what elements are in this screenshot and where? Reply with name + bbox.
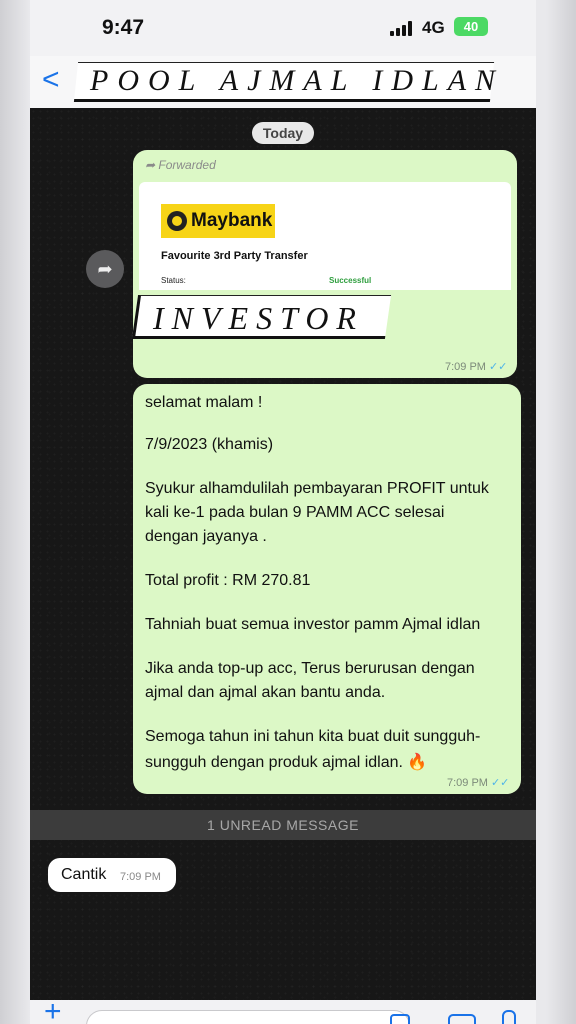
forwarded-arrow-icon: ➦ [145, 158, 159, 172]
receipt-status-value: Successful [329, 276, 372, 285]
message-line: Total profit : RM 270.81 [145, 572, 311, 589]
camera-icon[interactable] [448, 1014, 476, 1024]
receipt-status-label: Status: [161, 276, 186, 285]
investor-overlay-text: INVESTOR [153, 300, 364, 336]
battery-icon: 40 [454, 17, 488, 36]
back-icon[interactable]: < [42, 64, 60, 96]
chat-title[interactable]: POOL AJMAL IDLAN [90, 64, 504, 98]
date-separator: Today [252, 122, 314, 144]
receipt-title: Favourite 3rd Party Transfer [161, 250, 308, 262]
sticker-icon[interactable] [390, 1014, 410, 1024]
message-time: 7:09 PM ✓✓ [445, 361, 508, 373]
status-bar: 9:47 4G 40 [30, 0, 536, 56]
mic-icon[interactable] [502, 1010, 516, 1024]
message-line: Jika anda top-up acc, Terus berurusan de… [145, 660, 475, 677]
chat-header: < POOL AJMAL IDLAN [30, 56, 536, 109]
signal-icon [390, 20, 416, 36]
plus-icon[interactable]: + [44, 997, 62, 1024]
message-input[interactable] [86, 1010, 410, 1024]
bank-logo: Maybank [161, 204, 275, 238]
message-input-bar: + [30, 997, 536, 1024]
message-line: selamat malam ! [145, 394, 263, 411]
message-line: Syukur alhamdulilah pembayaran PROFIT un… [145, 480, 489, 497]
network-type: 4G [422, 18, 445, 37]
incoming-message-text: Cantik [61, 866, 107, 883]
incoming-message-time: 7:09 PM [120, 871, 161, 883]
message-line: kali ke-1 pada bulan 9 PAMM ACC selesai [145, 504, 445, 521]
phone-screen: 9:47 4G 40 < POOL AJMAL IDLAN Today ➦ ➦ … [30, 0, 536, 1024]
text-message-bubble[interactable]: selamat malam ! 7/9/2023 (khamis) Syukur… [133, 384, 521, 794]
read-receipt-icon: ✓✓ [488, 361, 508, 373]
status-time: 9:47 [102, 16, 145, 39]
message-line: ajmal dan ajmal akan bantu anda. [145, 684, 386, 701]
message-line: Tahniah buat semua investor pamm Ajmal i… [145, 616, 481, 633]
read-receipt-icon: ✓✓ [490, 777, 510, 789]
incoming-message-bubble[interactable]: Cantik 7:09 PM [48, 858, 176, 892]
message-line: 7/9/2023 (khamis) [145, 436, 274, 453]
forwarded-message-bubble[interactable]: ➦ Forwarded Maybank Favourite 3rd Party … [131, 150, 517, 378]
forwarded-label: ➦ Forwarded [145, 158, 216, 172]
message-line: dengan jayanya . [145, 528, 267, 545]
chat-area[interactable]: Today ➦ ➦ Forwarded Maybank Favourite 3r… [30, 108, 536, 1000]
message-time: 7:09 PM ✓✓ [447, 777, 510, 789]
message-line: sungguh dengan produk ajmal idlan. 🔥 [145, 754, 428, 771]
bank-logo-icon [167, 211, 187, 231]
forward-icon[interactable]: ➦ [86, 250, 124, 288]
transfer-receipt-image[interactable]: Maybank Favourite 3rd Party Transfer Sta… [139, 182, 511, 290]
message-line: Semoga tahun ini tahun kita buat duit su… [145, 728, 481, 745]
unread-messages-divider: 1 UNREAD MESSAGE [30, 810, 536, 840]
